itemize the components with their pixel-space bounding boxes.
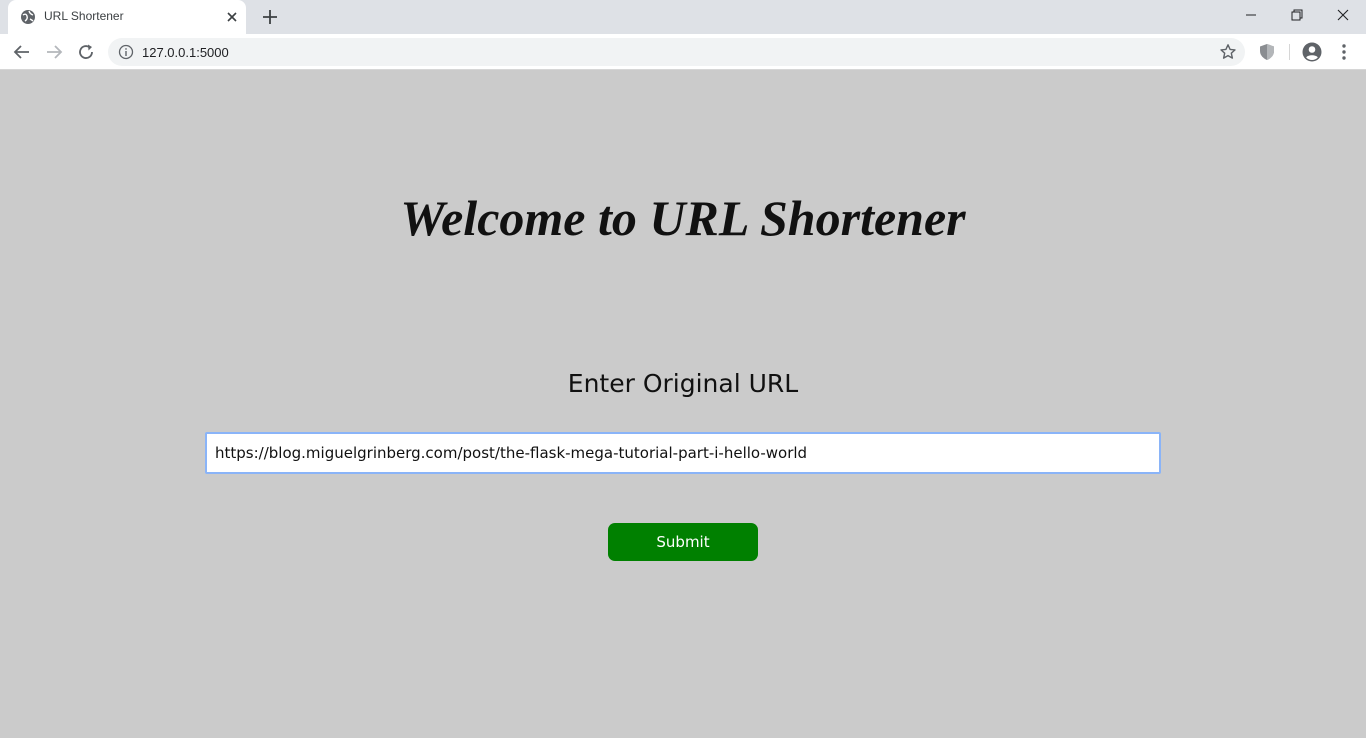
menu-button[interactable] — [1333, 41, 1355, 63]
browser-toolbar: 127.0.0.1:5000 — [0, 34, 1366, 70]
reload-button[interactable] — [74, 40, 98, 64]
restore-button[interactable] — [1274, 0, 1320, 30]
address-bar[interactable]: 127.0.0.1:5000 — [108, 38, 1245, 66]
page-title: Welcome to URL Shortener — [400, 190, 966, 246]
minimize-button[interactable] — [1228, 0, 1274, 30]
reload-icon — [79, 44, 93, 59]
browser-tab[interactable]: URL Shortener — [8, 0, 246, 34]
forward-arrow-icon — [47, 45, 63, 59]
tab-strip: URL Shortener — [0, 0, 1366, 34]
bookmark-star-icon[interactable] — [1219, 43, 1237, 61]
close-icon — [1337, 9, 1349, 21]
toolbar-divider — [1289, 44, 1290, 60]
back-arrow-icon — [13, 45, 29, 59]
back-button[interactable] — [10, 40, 34, 64]
account-icon — [1302, 42, 1322, 62]
info-icon[interactable] — [118, 44, 134, 60]
extension-button[interactable] — [1256, 41, 1278, 63]
more-vert-icon — [1342, 44, 1346, 60]
tab-title: URL Shortener — [44, 9, 124, 23]
close-window-button[interactable] — [1320, 0, 1366, 30]
new-tab-icon[interactable] — [260, 7, 280, 27]
address-text: 127.0.0.1:5000 — [142, 45, 229, 60]
shield-icon — [1260, 44, 1274, 60]
restore-icon — [1291, 9, 1303, 21]
minimize-icon — [1246, 14, 1256, 16]
submit-button[interactable]: Submit — [608, 523, 758, 561]
forward-button[interactable] — [42, 40, 66, 64]
profile-button[interactable] — [1301, 41, 1323, 63]
url-input[interactable] — [205, 432, 1161, 474]
close-tab-icon[interactable] — [224, 9, 240, 25]
page-content: Welcome to URL Shortener Enter Original … — [0, 71, 1366, 738]
url-field-label: Enter Original URL — [567, 369, 799, 398]
globe-icon — [21, 10, 35, 24]
